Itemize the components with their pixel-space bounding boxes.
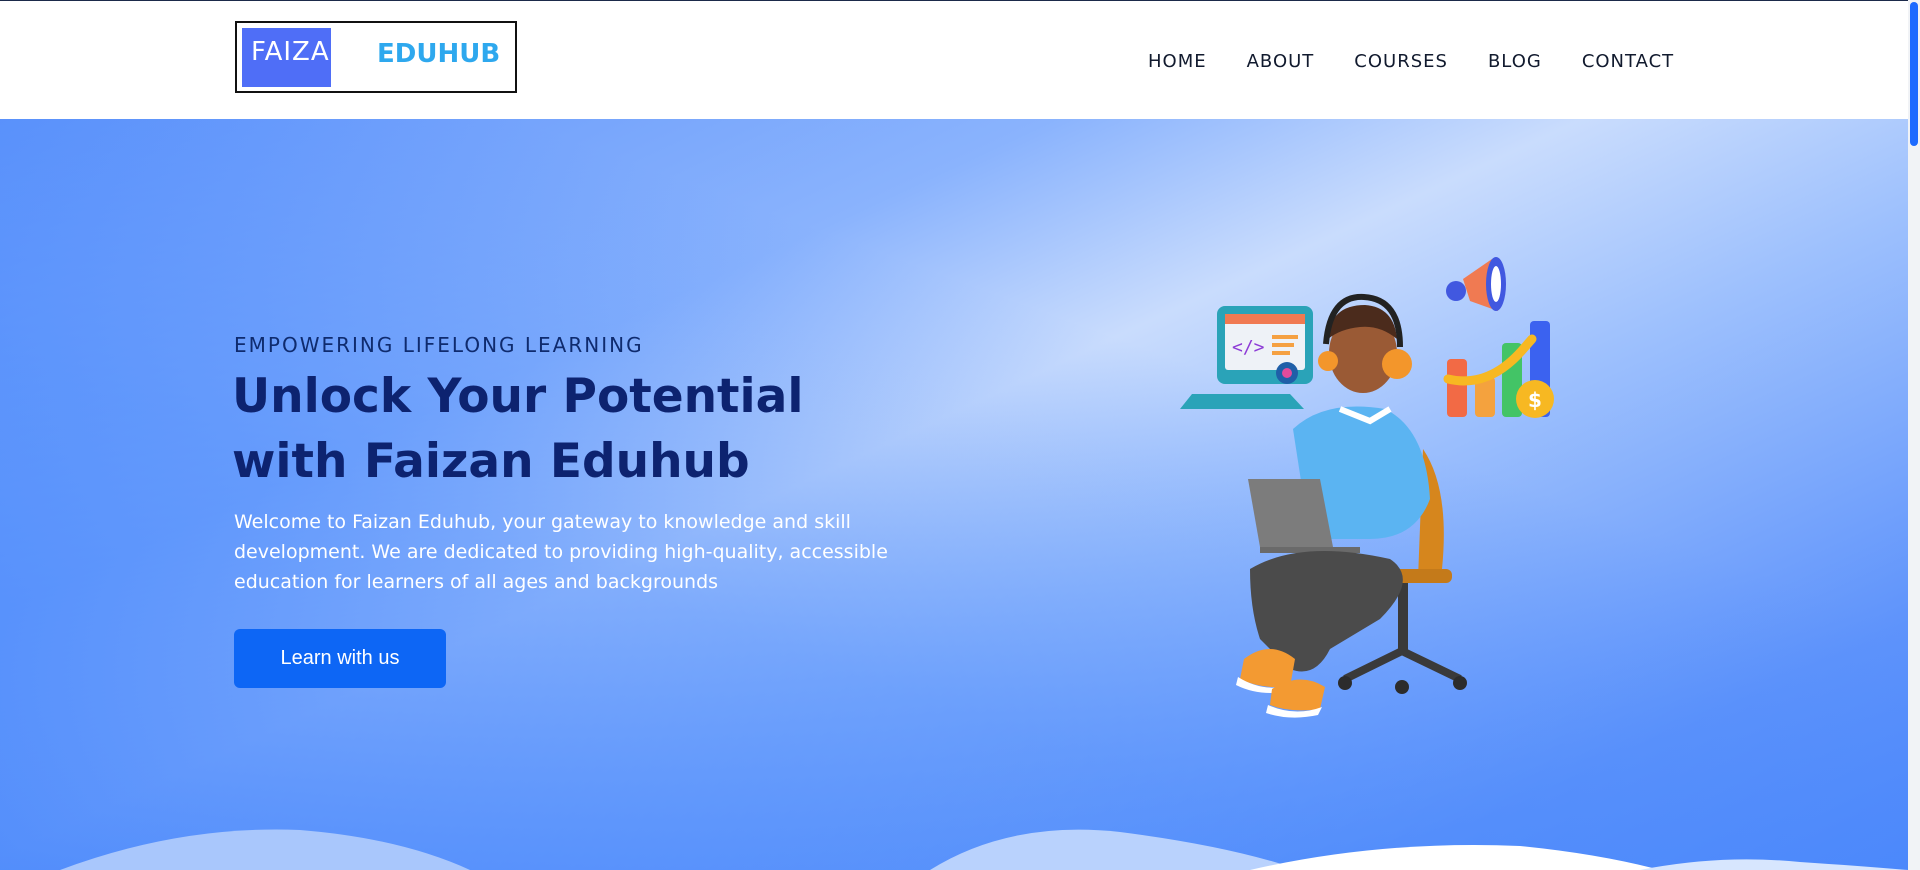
svg-text:$: $	[1528, 388, 1542, 412]
hero-description: Welcome to Faizan Eduhub, your gateway t…	[234, 511, 888, 593]
hero-bottom-waves	[60, 829, 1908, 870]
logo-text-faizan: FAIZAN	[251, 37, 351, 67]
hero-eyebrow: EMPOWERING LIFELONG LEARNING	[234, 333, 644, 357]
logo-text-eduhub: EDUHUB	[377, 39, 501, 69]
nav-home[interactable]: HOME	[1148, 51, 1207, 73]
logo[interactable]: FAIZAN EDUHUB	[235, 21, 517, 93]
scrollbar-thumb[interactable]	[1910, 2, 1918, 146]
main-nav: HOME ABOUT COURSES BLOG CONTACT	[1148, 51, 1714, 73]
megaphone-icon	[1446, 257, 1506, 311]
student-illustration: </> $	[1180, 257, 1554, 718]
nav-about[interactable]: ABOUT	[1247, 51, 1315, 73]
hero-section: EMPOWERING LIFELONG LEARNING Unlock Your…	[0, 119, 1908, 870]
hero-title: Unlock Your Potential with Faizan Eduhub	[232, 369, 804, 489]
growth-chart-icon: $	[1443, 321, 1554, 418]
svg-text:</>: </>	[1232, 337, 1265, 358]
hero-gradient-overlay	[0, 119, 1908, 870]
nav-courses[interactable]: COURSES	[1354, 51, 1448, 73]
site-header: FAIZAN EDUHUB HOME ABOUT COURSES BLOG CO…	[0, 0, 1908, 119]
nav-contact[interactable]: CONTACT	[1582, 51, 1674, 73]
learn-with-us-button[interactable]: Learn with us	[234, 629, 446, 688]
nav-blog[interactable]: BLOG	[1488, 51, 1542, 73]
code-monitor-icon: </>	[1180, 306, 1313, 409]
